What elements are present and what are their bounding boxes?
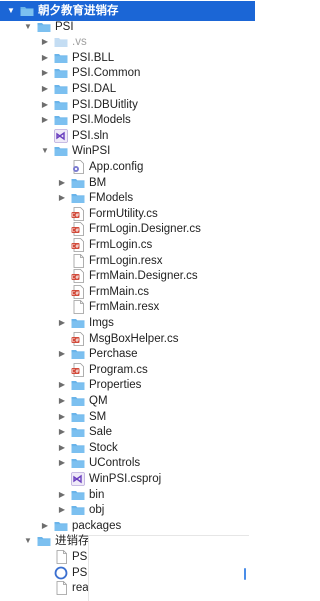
disclosure-expanded-icon[interactable]: ▼ xyxy=(6,5,16,17)
svg-text:C#: C# xyxy=(72,275,80,281)
disclosure-collapsed-icon[interactable]: ▶ xyxy=(57,411,67,423)
svg-text:C#: C# xyxy=(72,291,80,297)
svg-text:C#: C# xyxy=(72,338,80,344)
disclosure-expanded-icon[interactable]: ▼ xyxy=(23,21,33,33)
svg-text:C#: C# xyxy=(72,244,80,250)
disclosure-collapsed-icon[interactable]: ▶ xyxy=(40,67,50,79)
overlay-popup xyxy=(88,535,249,601)
disclosure-collapsed-icon[interactable]: ▶ xyxy=(57,348,67,360)
disclosure-collapsed-icon[interactable]: ▶ xyxy=(40,520,50,532)
disclosure-expanded-icon[interactable]: ▼ xyxy=(40,145,50,157)
disclosure-collapsed-icon[interactable]: ▶ xyxy=(57,379,67,391)
svg-text:C#: C# xyxy=(72,228,80,234)
disclosure-collapsed-icon[interactable]: ▶ xyxy=(40,52,50,64)
disclosure-collapsed-icon[interactable]: ▶ xyxy=(40,114,50,126)
disclosure-collapsed-icon[interactable]: ▶ xyxy=(57,192,67,204)
disclosure-collapsed-icon[interactable]: ▶ xyxy=(40,36,50,48)
disclosure-collapsed-icon[interactable]: ▶ xyxy=(40,99,50,111)
disclosure-collapsed-icon[interactable]: ▶ xyxy=(57,457,67,469)
disclosure-collapsed-icon[interactable]: ▶ xyxy=(57,442,67,454)
svg-text:C#: C# xyxy=(72,369,80,375)
disclosure-collapsed-icon[interactable]: ▶ xyxy=(57,395,67,407)
popup-scrollbar[interactable] xyxy=(244,568,246,580)
disclosure-collapsed-icon[interactable]: ▶ xyxy=(57,426,67,438)
disclosure-collapsed-icon[interactable]: ▶ xyxy=(40,83,50,95)
disclosure-collapsed-icon[interactable]: ▶ xyxy=(57,489,67,501)
disclosure-collapsed-icon[interactable]: ▶ xyxy=(57,317,67,329)
disclosure-expanded-icon[interactable]: ▼ xyxy=(23,535,33,547)
tree-item-label: rea xyxy=(72,582,89,595)
disclosure-collapsed-icon[interactable]: ▶ xyxy=(57,504,67,516)
disclosure-collapsed-icon[interactable]: ▶ xyxy=(57,177,67,189)
svg-text:C#: C# xyxy=(72,213,80,219)
file-icon xyxy=(54,581,68,596)
